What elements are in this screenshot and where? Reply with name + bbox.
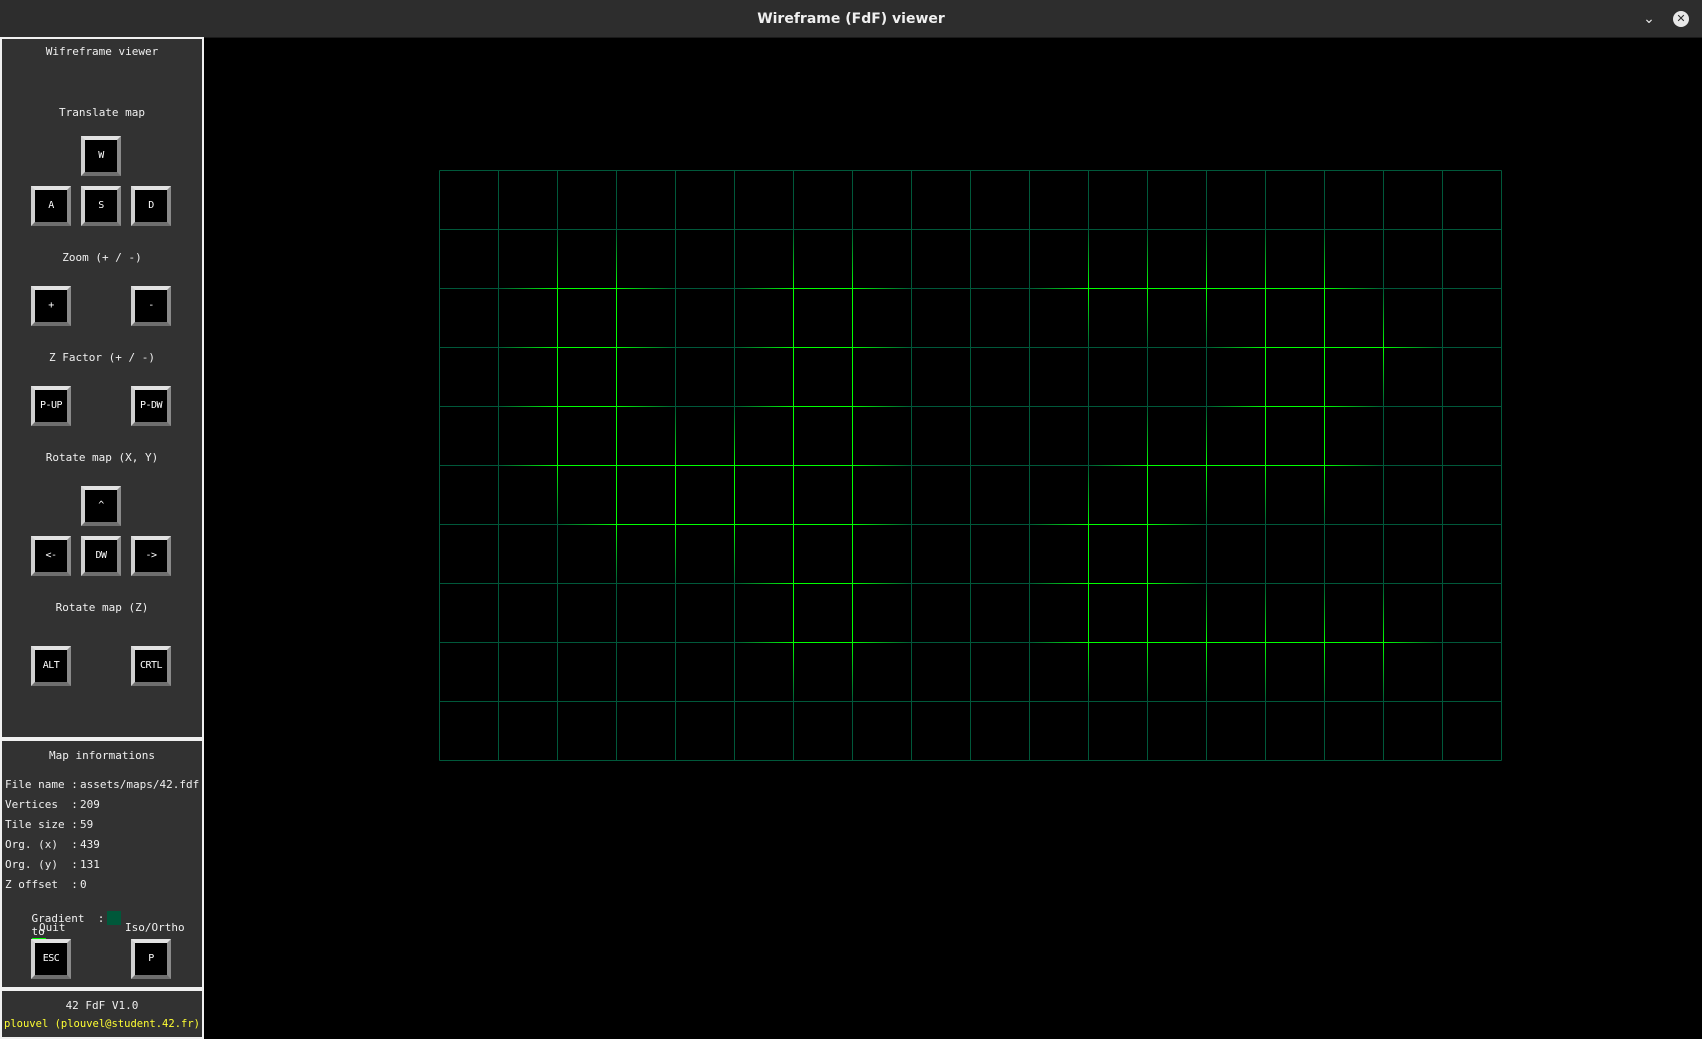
- controls-panel: Wifreframe viewer Translate map W A S D …: [0, 37, 204, 739]
- gradient-start-swatch: [106, 911, 121, 925]
- rotate-z-label: Rotate map (Z): [55, 601, 149, 614]
- translate-right-key[interactable]: D: [131, 186, 171, 226]
- translate-down-key[interactable]: S: [81, 186, 121, 226]
- footer-panel: 42 FdF V1.0 plouvel (plouvel@student.42.…: [0, 989, 204, 1039]
- zfactor-down-key[interactable]: P-DW: [131, 386, 171, 426]
- app-version: 42 FdF V1.0: [65, 999, 139, 1012]
- wireframe-viewport[interactable]: [204, 38, 1702, 1039]
- translate-label: Translate map: [58, 106, 146, 119]
- rotate-up-key[interactable]: ^: [81, 486, 121, 526]
- zoom-out-key[interactable]: -: [131, 286, 171, 326]
- minimize-icon[interactable]: ⌄: [1639, 9, 1659, 29]
- translate-up-key[interactable]: W: [81, 136, 121, 176]
- info-row-org-y: Org. (y) :131: [5, 858, 100, 871]
- window-titlebar[interactable]: Wireframe (FdF) viewer ⌄ ✕: [0, 0, 1702, 38]
- map-info-header: Map informations: [49, 749, 155, 762]
- rotate-right-key[interactable]: ->: [131, 536, 171, 576]
- info-row-tile-size: Tile size :59: [5, 818, 94, 831]
- zoom-in-key[interactable]: +: [31, 286, 71, 326]
- rotate-left-key[interactable]: <-: [31, 536, 71, 576]
- zfactor-up-key[interactable]: P-UP: [31, 386, 71, 426]
- quit-label: Quit: [39, 921, 66, 934]
- translate-left-key[interactable]: A: [31, 186, 71, 226]
- author-credit: plouvel (plouvel@student.42.fr): [4, 1018, 200, 1030]
- rotate-z-ctrl-key[interactable]: CRTL: [131, 646, 171, 686]
- window-title: Wireframe (FdF) viewer: [757, 11, 945, 27]
- info-row-vertices: Vertices :209: [5, 798, 100, 811]
- info-row-z-offset: Z offset :0: [5, 878, 87, 891]
- panel-header: Wifreframe viewer: [45, 45, 159, 58]
- map-info-panel: Map informations File name : assets/maps/…: [0, 739, 204, 989]
- zfactor-label: Z Factor (+ / -): [49, 351, 155, 364]
- rotate-xy-label: Rotate map (X, Y): [45, 451, 159, 464]
- quit-key[interactable]: ESC: [31, 939, 71, 979]
- info-row-file: File name : assets/maps/42.fdf: [5, 778, 200, 791]
- rotate-z-alt-key[interactable]: ALT: [31, 646, 71, 686]
- info-row-org-x: Org. (x) :439: [5, 838, 100, 851]
- close-icon[interactable]: ✕: [1673, 11, 1689, 27]
- zoom-label: Zoom (+ / -): [62, 251, 142, 264]
- projection-toggle-key[interactable]: P: [131, 939, 171, 979]
- projection-label: Iso/Ortho: [125, 921, 185, 934]
- rotate-down-key[interactable]: DW: [81, 536, 121, 576]
